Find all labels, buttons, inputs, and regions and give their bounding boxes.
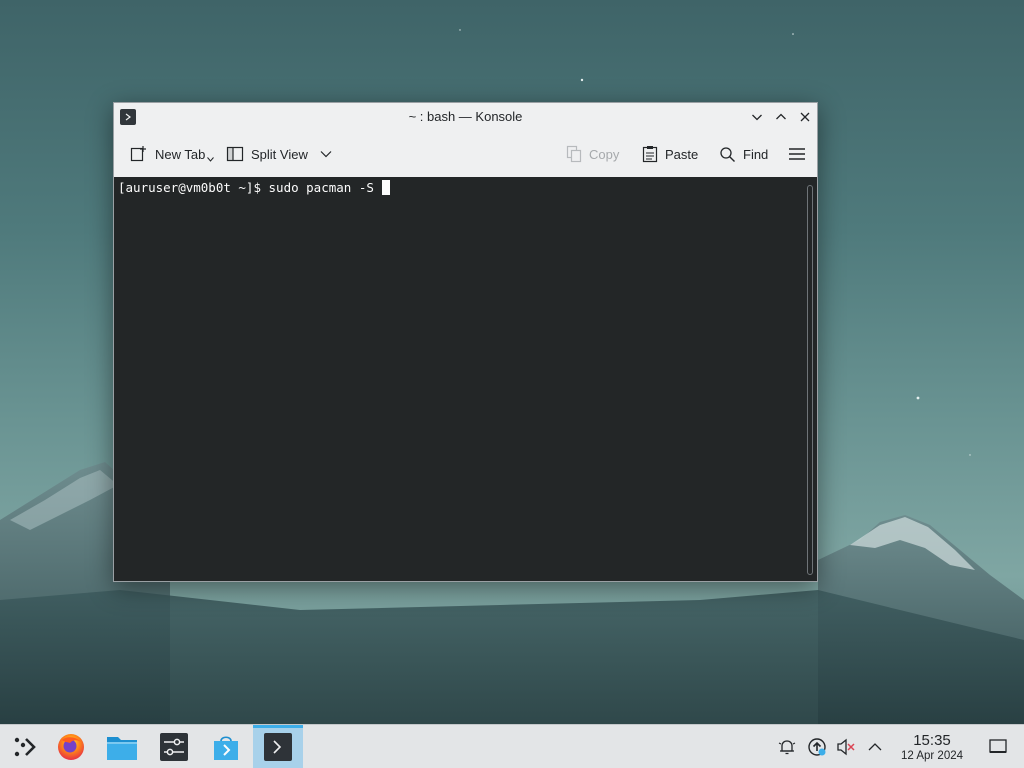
paste-button[interactable]: Paste [642,142,698,166]
chevron-down-icon [752,114,762,121]
scrollbar[interactable] [807,185,813,575]
show-desktop-button[interactable] [987,736,1009,758]
paste-label: Paste [665,146,699,162]
search-icon [720,146,735,162]
settings-icon [160,732,188,761]
find-label: Find [743,146,769,162]
update-icon [808,738,826,756]
close-button[interactable] [796,108,814,126]
shell-prompt: [auruser@vm0b0t ~]$ [118,180,269,195]
application-launcher-button[interactable] [0,725,50,768]
command-text: sudo pacman -S [268,180,382,195]
updates-tray[interactable] [806,736,828,758]
clock-time[interactable]: 15:35 [896,732,968,749]
terminal-icon [264,732,292,761]
show-desktop-icon [989,739,1007,753]
find-button[interactable]: Find [719,142,768,166]
taskbar-discover[interactable] [201,725,251,768]
copy-label: Copy [589,146,620,162]
copy-button[interactable]: Copy [566,142,619,166]
taskbar-system-settings[interactable] [149,725,199,768]
store-icon [214,735,238,760]
taskbar-firefox[interactable] [46,725,96,768]
chevron-down-icon[interactable] [320,150,332,158]
dropdown-arrow-icon [207,156,215,162]
konsole-window[interactable]: ~ : bash — Konsole New Tab Split View Co… [113,102,818,582]
hamburger-menu-icon [789,148,805,160]
window-title: ~ : bash — Konsole [408,109,523,124]
minimize-button[interactable] [748,108,766,126]
paste-icon [642,146,658,163]
split-view-icon [226,146,244,162]
copy-icon [566,145,582,163]
maximize-button[interactable] [772,108,790,126]
split-view-button[interactable]: Split View [226,142,339,166]
split-view-label: Split View [251,146,308,162]
close-icon [800,112,810,122]
volume-muted-icon [837,738,855,756]
terminal-line: [auruser@vm0b0t ~]$ sudo pacman -S [118,179,391,197]
new-tab-label: New Tab [155,146,206,162]
text-cursor [382,180,391,195]
tray-expand-button[interactable] [864,736,886,758]
hamburger-menu-button[interactable] [789,142,812,166]
chevron-up-icon [776,113,786,120]
new-tab-icon [130,146,146,162]
taskbar-dolphin[interactable] [97,725,147,768]
firefox-icon [58,733,84,760]
toolbar: New Tab Split View Copy Paste Find [114,131,817,177]
title-bar[interactable]: ~ : bash — Konsole [114,103,817,131]
kde-launcher-icon [14,737,36,756]
desktop[interactable]: ~ : bash — Konsole New Tab Split View Co… [0,0,1024,768]
folder-icon [107,736,137,760]
notifications-tray[interactable] [776,736,798,758]
taskbar: 15:35 12 Apr 2024 [0,724,1024,768]
terminal-area[interactable]: [auruser@vm0b0t ~]$ sudo pacman -S [114,177,817,581]
volume-tray[interactable] [835,736,857,758]
taskbar-konsole[interactable] [253,725,303,768]
notifications-icon [778,740,796,755]
clock-date[interactable]: 12 Apr 2024 [890,750,974,762]
chevron-up-icon [868,743,882,751]
new-tab-button[interactable]: New Tab [130,142,215,166]
